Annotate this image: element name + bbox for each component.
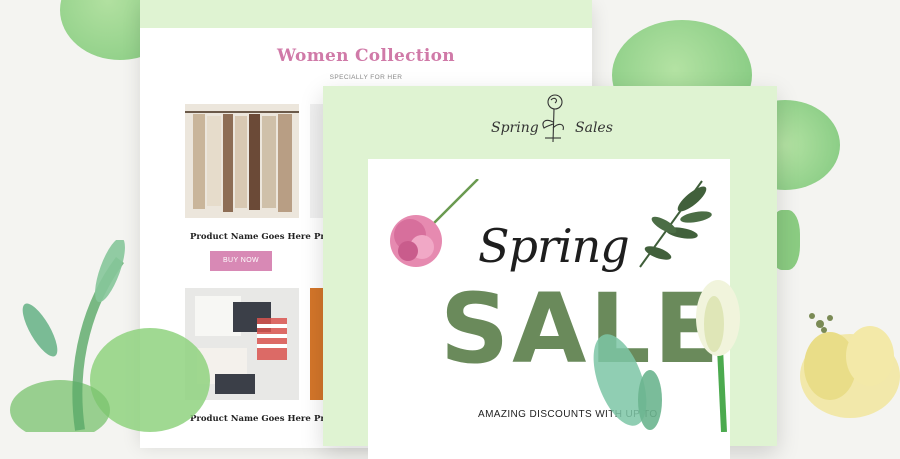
spring-script-heading: Spring xyxy=(478,219,630,273)
leaf-branch-image xyxy=(630,175,720,271)
yellow-flower-image xyxy=(780,296,900,432)
header-sales: Sales xyxy=(575,120,613,136)
collection-subtitle: SPECIALLY FOR HER xyxy=(329,74,403,81)
white-tulip-image xyxy=(690,278,750,433)
collection-title: Women Collection xyxy=(277,46,455,66)
header-spring: Spring xyxy=(491,120,539,136)
watercolor-leaves-bottom-center xyxy=(590,330,680,432)
watercolor-leaves-bottom-left xyxy=(0,237,220,440)
pink-flower-image xyxy=(378,178,488,279)
product-image-clothes-rack[interactable] xyxy=(185,104,299,218)
flower-sketch-icon xyxy=(535,92,571,144)
